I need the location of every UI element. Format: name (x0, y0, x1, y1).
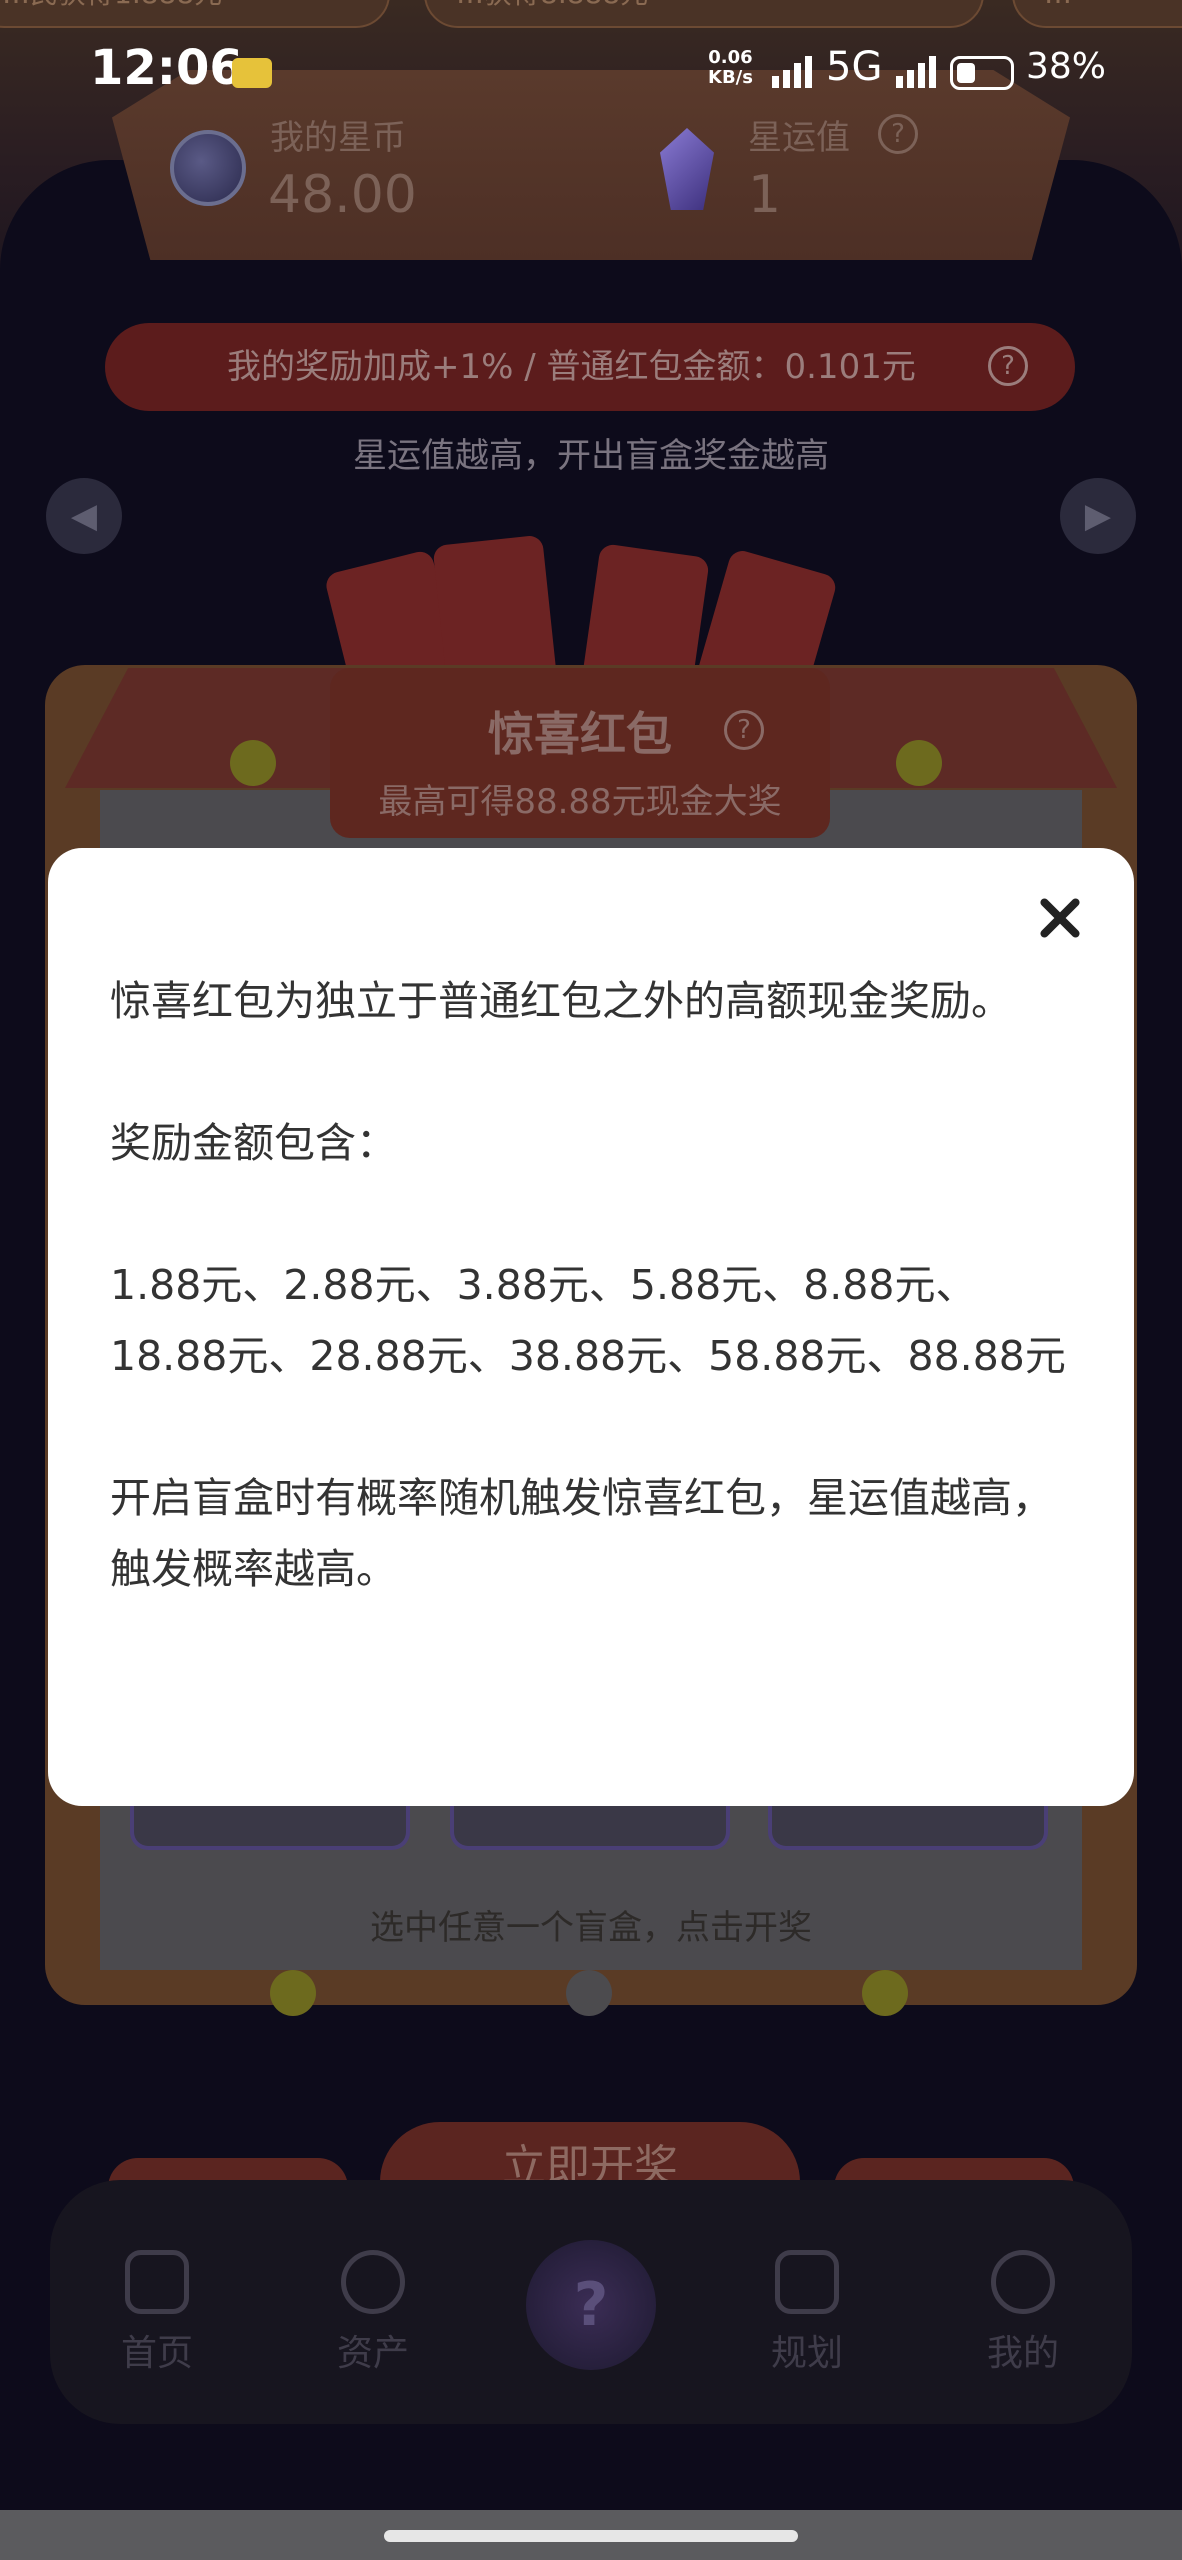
network-type: 5G (826, 44, 883, 90)
nav-mine[interactable]: 我的 (958, 2250, 1088, 2376)
signal-icon (896, 54, 940, 88)
prev-arrow-button[interactable]: ◀ (46, 478, 122, 554)
machine-light (896, 740, 942, 786)
net-speed-value: 0.06 (708, 47, 753, 68)
mystery-box-icon[interactable]: ? (526, 2240, 656, 2370)
machine-light (270, 1970, 316, 2016)
ticker-item: …民获得1.888元 (0, 0, 390, 28)
close-icon[interactable] (1030, 888, 1090, 948)
star-value-label: 星运值 (748, 118, 850, 158)
sign-subtitle: 最高可得88.88元现金大奖 (378, 782, 782, 822)
home-icon (125, 2250, 189, 2314)
bonus-help-icon[interactable]: ? (988, 346, 1028, 386)
clock: 12:06 (90, 40, 243, 96)
ticker-item: … (1012, 0, 1182, 28)
star-value: 1 (748, 165, 782, 225)
bonus-text: 我的奖励加成+1% / 普通红包金额：0.101元 (227, 347, 916, 387)
star-coin-icon (170, 130, 246, 206)
star-help-icon[interactable]: ? (878, 114, 918, 154)
dialog-body: 惊喜红包为独立于普通红包之外的高额现金奖励。 奖励金额包含： 1.88元、2.8… (110, 966, 1090, 1605)
battery-percent: 38% (1026, 46, 1107, 87)
next-arrow-button[interactable]: ▶ (1060, 478, 1136, 554)
notification-badge-icon (232, 58, 272, 88)
choose-box-hint: 选中任意一个盲盒，点击开奖 (370, 1908, 812, 1948)
dialog-paragraph: 奖励金额包含： (110, 1119, 397, 1167)
machine-light (230, 740, 276, 786)
star-book-icon (775, 2250, 839, 2314)
sign-help-icon[interactable]: ? (724, 710, 764, 750)
nav-home[interactable]: 首页 (92, 2250, 222, 2376)
nav-label: 规划 (770, 2333, 843, 2374)
dialog-paragraph: 开启盲盒时有概率随机触发惊喜红包，星运值越高，触发概率越高。 (110, 1474, 1053, 1593)
nav-label: 资产 (336, 2333, 409, 2374)
net-speed-unit: KB/s (708, 67, 753, 88)
nav-plan[interactable]: 规划 (742, 2250, 872, 2376)
nav-label: 我的 (986, 2333, 1059, 2374)
person-icon (991, 2250, 1055, 2314)
surprise-packet-info-dialog: 惊喜红包为独立于普通红包之外的高额现金奖励。 奖励金额包含： 1.88元、2.8… (48, 848, 1134, 1806)
machine-light (566, 1970, 612, 2016)
coins-value: 48.00 (268, 165, 417, 225)
dialog-paragraph: 1.88元、2.88元、3.88元、5.88元、8.88元、18.88元、28.… (110, 1261, 1066, 1380)
coins-label: 我的星币 (270, 118, 406, 158)
winner-ticker: …民获得1.888元 …获得8.888元 … (0, 0, 1182, 30)
nav-label: 首页 (120, 2333, 193, 2374)
signal-icon (772, 54, 816, 88)
status-bar: 12:06 0.06 KB/s 5G 38% (0, 40, 1182, 110)
home-gesture-bar[interactable] (384, 2530, 798, 2542)
ticker-item: …获得8.888元 (424, 0, 984, 28)
net-speed: 0.06 KB/s (708, 48, 753, 88)
dialog-paragraph: 惊喜红包为独立于普通红包之外的高额现金奖励。 (110, 977, 1012, 1025)
diamond-icon (341, 2250, 405, 2314)
machine-light (862, 1970, 908, 2016)
battery-icon (950, 56, 1014, 90)
nav-assets[interactable]: 资产 (308, 2250, 438, 2376)
star-hint-text: 星运值越高，开出盲盒奖金越高 (353, 436, 829, 476)
bonus-bar: 我的奖励加成+1% / 普通红包金额：0.101元 (105, 323, 1075, 411)
surprise-packet-sign: 惊喜红包 最高可得88.88元现金大奖 (330, 668, 830, 838)
